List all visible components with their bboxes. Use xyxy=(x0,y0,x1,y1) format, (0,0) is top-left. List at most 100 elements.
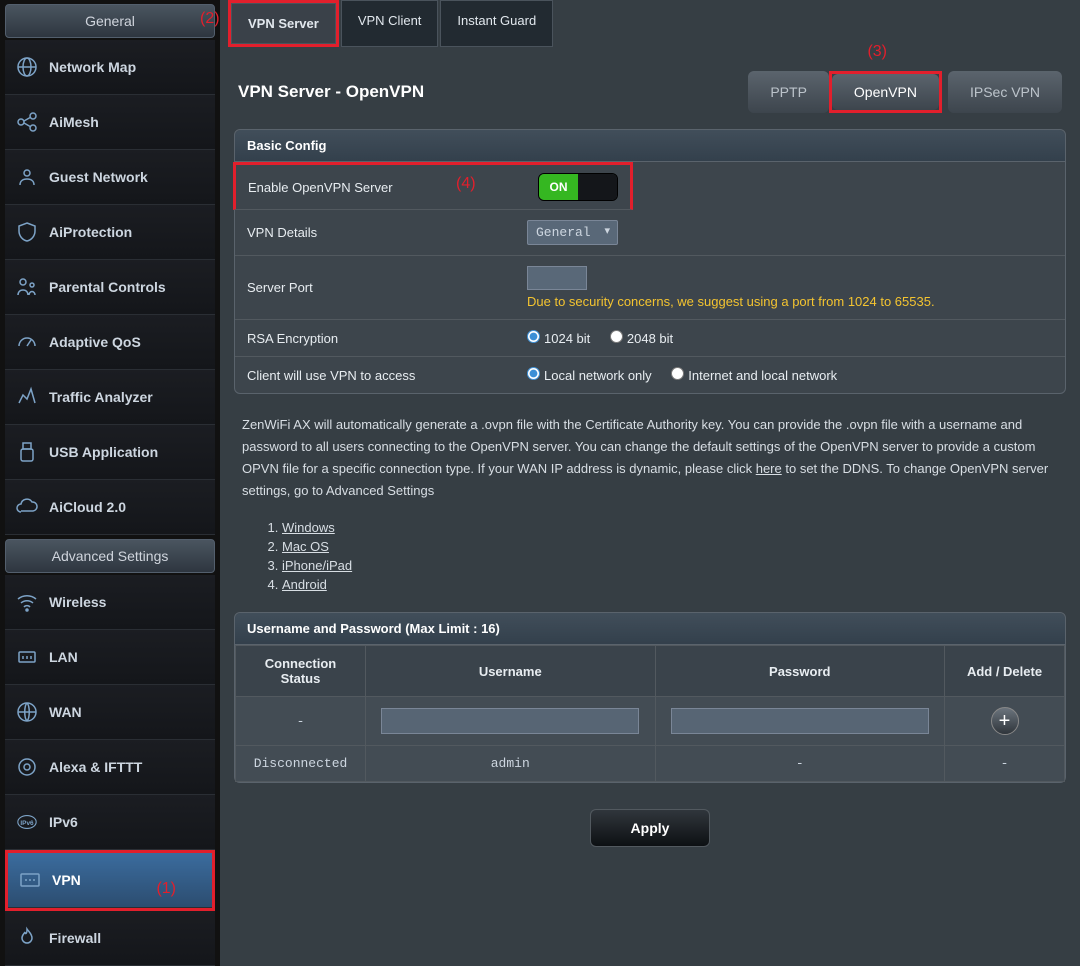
access-local-option[interactable]: Local network only xyxy=(527,368,652,383)
plus-icon: + xyxy=(999,709,1011,733)
vpn-type-ipsec[interactable]: IPSec VPN xyxy=(948,71,1062,113)
rsa-2048-option[interactable]: 2048 bit xyxy=(610,331,673,346)
sidebar-item-aicloud[interactable]: AiCloud 2.0 xyxy=(5,480,215,535)
sidebar-item-adaptive-qos[interactable]: Adaptive QoS xyxy=(5,315,215,370)
vpn-type-pptp[interactable]: PPTP xyxy=(748,71,829,113)
user-password-header: Username and Password (Max Limit : 16) xyxy=(235,613,1065,645)
marker-3: (3) xyxy=(867,43,887,61)
new-username-input[interactable] xyxy=(381,708,639,734)
page-title: VPN Server - OpenVPN xyxy=(238,82,424,102)
rsa-2048-radio[interactable] xyxy=(610,330,623,343)
sidebar-item-vpn[interactable]: VPN xyxy=(8,853,212,908)
cloud-icon xyxy=(15,495,39,519)
main-content: (2) VPN Server VPN Client Instant Guard … xyxy=(220,0,1080,966)
tab-instant-guard[interactable]: Instant Guard xyxy=(440,0,553,47)
sidebar-item-network-map[interactable]: Network Map xyxy=(5,40,215,95)
sidebar-item-label: VPN xyxy=(52,872,81,888)
toggle-knob xyxy=(578,174,617,200)
table-row: Disconnected admin - - xyxy=(236,746,1065,782)
client-access-label: Client will use VPN to access xyxy=(247,368,527,383)
server-port-hint: Due to security concerns, we suggest usi… xyxy=(527,294,1053,309)
usb-icon xyxy=(15,440,39,464)
sidebar-item-label: USB Application xyxy=(49,444,158,460)
cell-username: admin xyxy=(366,746,656,782)
mesh-icon xyxy=(15,110,39,134)
cell-password: - xyxy=(655,746,945,782)
guest-icon xyxy=(15,165,39,189)
vpn-details-select[interactable]: General xyxy=(527,220,618,245)
enable-openvpn-toggle[interactable]: ON xyxy=(538,173,618,201)
sidebar-item-wan[interactable]: WAN xyxy=(5,685,215,740)
sidebar-item-label: AiMesh xyxy=(49,114,99,130)
highlight-2: VPN Server xyxy=(228,0,339,47)
alexa-icon xyxy=(15,755,39,779)
highlight-4: Enable OpenVPN Server (4) ON xyxy=(233,162,633,210)
info-text: ZenWiFi AX will automatically generate a… xyxy=(228,406,1072,510)
user-password-section: Username and Password (Max Limit : 16) C… xyxy=(234,612,1066,783)
apply-button[interactable]: Apply xyxy=(590,809,711,847)
os-link-iphone[interactable]: iPhone/iPad xyxy=(282,558,352,573)
rsa-1024-radio[interactable] xyxy=(527,330,540,343)
access-internet-option[interactable]: Internet and local network xyxy=(671,368,837,383)
os-list: Windows Mac OS iPhone/iPad Android xyxy=(228,510,1072,608)
sidebar-group-advanced: Advanced Settings xyxy=(5,539,215,573)
vpn-type-openvpn[interactable]: OpenVPN xyxy=(832,74,939,110)
access-local-radio[interactable] xyxy=(527,367,540,380)
sidebar-item-label: Wireless xyxy=(49,594,106,610)
sidebar-item-label: LAN xyxy=(49,649,78,665)
sidebar-item-guest-network[interactable]: Guest Network xyxy=(5,150,215,205)
wifi-icon xyxy=(15,590,39,614)
sidebar-item-alexa-ifttt[interactable]: Alexa & IFTTT xyxy=(5,740,215,795)
sidebar-item-wireless[interactable]: Wireless xyxy=(5,575,215,630)
sidebar-item-usb-application[interactable]: USB Application xyxy=(5,425,215,480)
traffic-icon xyxy=(15,385,39,409)
sidebar-item-label: Parental Controls xyxy=(49,279,166,295)
marker-4: (4) xyxy=(456,175,476,193)
new-password-input[interactable] xyxy=(671,708,929,734)
marker-2: (2) xyxy=(200,10,220,28)
sidebar-item-aiprotection[interactable]: AiProtection xyxy=(5,205,215,260)
vpn-type-group: PPTP OpenVPN IPSec VPN xyxy=(742,71,1062,113)
sidebar-item-ipv6[interactable]: IPv6 IPv6 xyxy=(5,795,215,850)
sidebar-item-firewall[interactable]: Firewall xyxy=(5,911,215,966)
col-username: Username xyxy=(366,646,656,697)
sidebar-item-traffic-analyzer[interactable]: Traffic Analyzer xyxy=(5,370,215,425)
vpn-icon xyxy=(18,868,42,892)
marker-1: (1) xyxy=(156,880,176,898)
col-action: Add / Delete xyxy=(945,646,1065,697)
ipv6-icon: IPv6 xyxy=(15,810,39,834)
shield-icon xyxy=(15,220,39,244)
family-icon xyxy=(15,275,39,299)
basic-config-section: Basic Config Enable OpenVPN Server (4) O… xyxy=(234,129,1066,394)
os-link-windows[interactable]: Windows xyxy=(282,520,335,535)
tab-vpn-client[interactable]: VPN Client xyxy=(341,0,439,47)
sidebar-item-label: Adaptive QoS xyxy=(49,334,141,350)
tabbar: (2) VPN Server VPN Client Instant Guard xyxy=(228,0,1072,47)
rsa-encryption-label: RSA Encryption xyxy=(247,331,527,346)
os-link-macos[interactable]: Mac OS xyxy=(282,539,329,554)
rsa-1024-option[interactable]: 1024 bit xyxy=(527,331,590,346)
access-internet-radio[interactable] xyxy=(671,367,684,380)
os-link-android[interactable]: Android xyxy=(282,577,327,592)
ddns-here-link[interactable]: here xyxy=(756,461,782,476)
sidebar-item-lan[interactable]: LAN xyxy=(5,630,215,685)
cell-action: - xyxy=(945,746,1065,782)
sidebar-item-label: AiCloud 2.0 xyxy=(49,499,126,515)
sidebar-item-parental-controls[interactable]: Parental Controls xyxy=(5,260,215,315)
sidebar-item-label: Guest Network xyxy=(49,169,148,185)
sidebar-item-label: Traffic Analyzer xyxy=(49,389,153,405)
sidebar-item-label: WAN xyxy=(49,704,82,720)
add-user-button[interactable]: + xyxy=(991,707,1019,735)
basic-config-header: Basic Config xyxy=(235,130,1065,162)
user-table: Connection Status Username Password Add … xyxy=(235,645,1065,782)
tab-vpn-server[interactable]: VPN Server xyxy=(231,3,336,44)
svg-text:IPv6: IPv6 xyxy=(20,820,34,827)
sidebar: General Network Map AiMesh Guest Network… xyxy=(0,0,220,966)
globe-icon xyxy=(15,55,39,79)
server-port-label: Server Port xyxy=(247,280,527,295)
col-status: Connection Status xyxy=(236,646,366,697)
table-row: - + xyxy=(236,697,1065,746)
sidebar-item-aimesh[interactable]: AiMesh xyxy=(5,95,215,150)
server-port-input[interactable] xyxy=(527,266,587,290)
lan-icon xyxy=(15,645,39,669)
